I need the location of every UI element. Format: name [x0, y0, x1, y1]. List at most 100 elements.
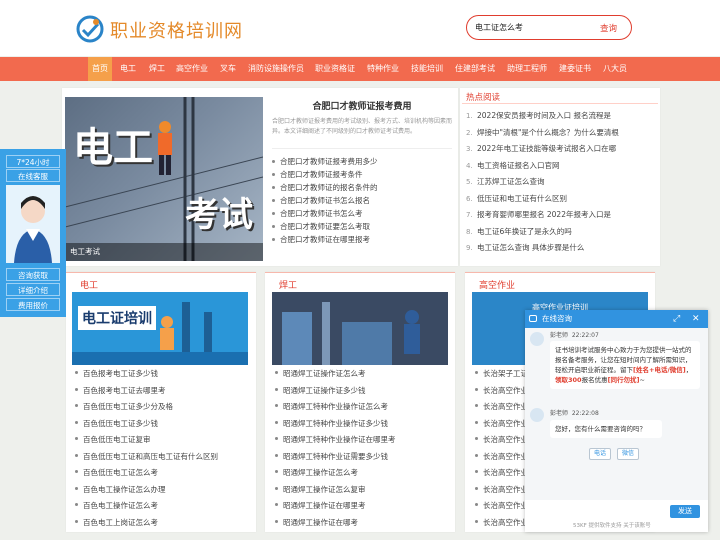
site-logo-text[interactable]: 职业资格培训网 — [110, 17, 243, 43]
nav-item-eight-staff[interactable]: 八大员 — [600, 57, 630, 81]
hero-title-2: 考试 — [185, 195, 253, 235]
list-item[interactable]: 百色低压电工证复审 — [75, 432, 218, 449]
search-button[interactable]: 查询 — [600, 22, 617, 34]
hero-banner[interactable]: 电工 考试 电工考试 — [65, 97, 263, 261]
list-item[interactable]: 百色报考电工证多少钱 — [75, 366, 218, 383]
online-service-button[interactable]: 在线客服 — [6, 169, 60, 182]
list-item[interactable]: 昭通焊工操作证怎么考 — [275, 465, 396, 482]
hot-item[interactable]: 4. 电工资格证报名入口官网 — [466, 158, 619, 175]
section-title[interactable]: 电工 — [80, 278, 98, 291]
hot-item[interactable]: 7. 报考育婴师哪里报名 2022年报考入口是 — [466, 207, 619, 224]
details-button[interactable]: 详细介绍 — [6, 283, 60, 296]
list-item[interactable]: 昭通焊工特种作业操作证在哪里考 — [275, 432, 396, 449]
close-icon[interactable]: ✕ — [692, 310, 700, 328]
price-button[interactable]: 费用报价 — [6, 298, 60, 311]
list-item[interactable]: 合肥口才教师证在哪里报考 — [272, 233, 378, 246]
site-header: 职业资格培训网 电工证怎么考 查询 — [0, 0, 720, 56]
divider — [272, 148, 452, 149]
list-item[interactable]: 百色低压电工证多少钱 — [75, 416, 218, 433]
chat-widget: 在线咨询 ⤢ ✕ 彭老师 22:22:07 证书培训考试服务中心致力于为您提供一… — [525, 310, 708, 532]
section-title[interactable]: 高空作业 — [479, 278, 515, 291]
hot-item[interactable]: 6. 低压证和电工证有什么区别 — [466, 191, 619, 208]
thumb-label: 电工证培训 — [78, 306, 156, 330]
hero-caption: 电工考试 — [65, 243, 263, 261]
list-item[interactable]: 合肥口才教师证报考条件 — [272, 168, 378, 181]
divider — [265, 272, 455, 273]
search-input[interactable]: 电工证怎么考 — [475, 22, 523, 33]
list-item[interactable]: 合肥口才教师证的报名条件的 — [272, 181, 378, 194]
nav-item-special-ops[interactable]: 特种作业 — [364, 57, 402, 81]
list-item[interactable]: 昭通焊工特种作业操作证多少钱 — [275, 416, 396, 433]
consult-button[interactable]: 咨询获取 — [6, 268, 60, 281]
list-item[interactable]: 百色低压电工证和高压电工证有什么区别 — [75, 449, 218, 466]
article-links: 合肥口才教师证报考费用多少 合肥口才教师证报考条件 合肥口才教师证的报名条件的 … — [272, 155, 378, 246]
hot-item[interactable]: 5. 江苏焊工证怎么查询 — [466, 174, 619, 191]
agent-avatar — [6, 185, 60, 263]
service-hours: 7*24小时 — [6, 155, 60, 168]
list-item[interactable]: 昭通焊工操作证在哪里考 — [275, 498, 396, 515]
section-thumb[interactable]: 电工证培训 — [72, 292, 248, 365]
message-meta: 彭老师 22:22:07 — [550, 332, 599, 339]
logo-icon[interactable] — [76, 15, 104, 43]
nav-item-asst-engineer[interactable]: 助理工程师 — [504, 57, 550, 81]
hot-item[interactable]: 8. 电工证6年换证了是永久的吗 — [466, 224, 619, 241]
section-list: 百色报考电工证多少钱 百色报考电工证去哪里考 百色低压电工证多少分及格 百色低压… — [75, 366, 218, 531]
list-item[interactable]: 百色低压电工证多少分及格 — [75, 399, 218, 416]
search-box: 电工证怎么考 查询 — [466, 15, 632, 40]
list-item[interactable]: 百色低压电工证怎么考 — [75, 465, 218, 482]
list-item[interactable]: 百色电工操作证怎么考 — [75, 498, 218, 515]
nav-item-construction-cert[interactable]: 建委证书 — [556, 57, 594, 81]
nav-item-qualification[interactable]: 职业资格证 — [312, 57, 358, 81]
divider — [465, 272, 655, 273]
main-nav: 首页 电工 焊工 高空作业 叉车 消防设施操作员 职业资格证 特种作业 技能培训… — [0, 57, 720, 81]
message-meta: 彭老师 22:22:08 — [550, 410, 599, 417]
list-item[interactable]: 昭通焊工操作证在哪考 — [275, 515, 396, 532]
list-item[interactable]: 合肥口才教师证报考费用多少 — [272, 155, 378, 168]
list-item[interactable]: 百色电工上岗证怎么考 — [75, 515, 218, 532]
list-item[interactable]: 昭通焊工证操作证怎么考 — [275, 366, 396, 383]
nav-item-skill-training[interactable]: 技能培训 — [408, 57, 446, 81]
hot-item[interactable]: 1. 2022保安员报考时间及入口 报名流程是 — [466, 108, 619, 125]
list-item[interactable]: 百色报考电工证去哪里考 — [75, 383, 218, 400]
article-title[interactable]: 合肥口才教师证报考费用 — [272, 99, 452, 112]
hot-item[interactable]: 9. 电工证怎么查询 具体步骤是什么 — [466, 240, 619, 257]
nav-item-home[interactable]: 首页 — [88, 57, 112, 81]
chat-icon — [529, 315, 537, 322]
list-item[interactable]: 昭通焊工操作证怎么复审 — [275, 482, 396, 499]
nav-item-welder[interactable]: 焊工 — [143, 57, 171, 81]
divider — [66, 272, 256, 273]
wechat-option-button[interactable]: 微信 — [617, 448, 639, 460]
hot-item[interactable]: 3. 2022年电工证技能等级考试报名入口在哪 — [466, 141, 619, 158]
agent-avatar-icon — [14, 196, 52, 263]
article-description: 合肥口才教师证报考费用的考试级别、报考方式、培训机构等因素而异。本文详细阐述了不… — [272, 118, 453, 135]
nav-item-electrician[interactable]: 电工 — [114, 57, 142, 81]
chat-header: 在线咨询 ⤢ ✕ — [525, 310, 708, 328]
hot-title: 热点阅读 — [466, 93, 501, 103]
nav-item-forklift[interactable]: 叉车 — [214, 57, 242, 81]
agent-avatar-icon — [530, 332, 544, 346]
list-item[interactable]: 合肥口才教师证书怎么考 — [272, 207, 378, 220]
list-item[interactable]: 百色电工操作证怎么办理 — [75, 482, 218, 499]
chat-input-area[interactable]: 发送 53KF 提供软件支持 关于该账号 — [525, 500, 708, 532]
chat-messages: 彭老师 22:22:07 证书培训考试服务中心致力于为您提供一站式的报名备考服务… — [525, 328, 708, 500]
hot-item[interactable]: 2. 焊接中"清根"是个什么概念？为什么要清根 — [466, 125, 619, 142]
powered-by: 53KF 提供软件支持 关于该账号 — [573, 523, 651, 529]
phone-option-button[interactable]: 电话 — [589, 448, 611, 460]
nav-item-fire-facility[interactable]: 消防设施操作员 — [245, 57, 307, 81]
nav-item-housing-exam[interactable]: 住建部考试 — [452, 57, 498, 81]
list-item[interactable]: 昭通焊工特种作业证需要多少钱 — [275, 449, 396, 466]
expand-icon[interactable]: ⤢ — [673, 310, 680, 328]
list-item[interactable]: 昭通焊工特种作业操作证怎么考 — [275, 399, 396, 416]
divider — [462, 103, 658, 104]
service-float-panel: 7*24小时 在线客服 咨询获取 详细介绍 费用报价 — [0, 149, 66, 317]
thumb-illustration — [282, 302, 420, 365]
chat-message: 您好，您有什么需要咨询的吗？ — [550, 420, 662, 438]
list-item[interactable]: 昭通焊工证操作证多少钱 — [275, 383, 396, 400]
section-title[interactable]: 焊工 — [279, 278, 297, 291]
send-button[interactable]: 发送 — [670, 505, 700, 518]
list-item[interactable]: 合肥口才教师证要怎么考取 — [272, 220, 378, 233]
section-thumb[interactable] — [272, 292, 448, 365]
nav-item-high-altitude[interactable]: 高空作业 — [172, 57, 212, 81]
list-item[interactable]: 合肥口才教师证书怎么报名 — [272, 194, 378, 207]
chat-title: 在线咨询 — [542, 314, 572, 323]
